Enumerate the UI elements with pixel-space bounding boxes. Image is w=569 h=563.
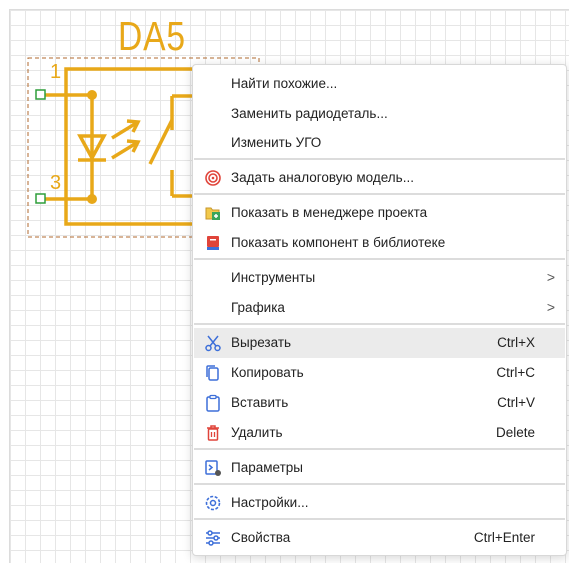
shortcut-delete: Delete bbox=[495, 425, 535, 440]
component-reference: DA5 bbox=[118, 13, 186, 59]
menu-separator bbox=[194, 323, 565, 325]
menu-item-settings[interactable]: Настройки... bbox=[194, 488, 565, 518]
menu-separator bbox=[194, 258, 565, 260]
copy-icon bbox=[203, 363, 223, 383]
shortcut-paste: Ctrl+V bbox=[497, 395, 535, 410]
menu-item-graphics[interactable]: Графика > bbox=[194, 293, 565, 323]
gear-icon bbox=[203, 493, 223, 513]
menu-item-delete[interactable]: Удалить Delete bbox=[194, 418, 565, 448]
shortcut-cut: Ctrl+X bbox=[497, 335, 535, 350]
menu-item-parameters[interactable]: Параметры bbox=[194, 453, 565, 483]
shortcut-properties: Ctrl+Enter bbox=[473, 530, 535, 545]
menu-separator bbox=[194, 518, 565, 520]
parameters-icon bbox=[203, 458, 223, 478]
pin-1-number: 1 bbox=[50, 61, 62, 83]
menu-item-tools[interactable]: Инструменты > bbox=[194, 263, 565, 293]
menu-separator bbox=[194, 158, 565, 160]
context-menu: Найти похожие... Заменить радиодеталь...… bbox=[192, 64, 567, 556]
menu-item-replace-part[interactable]: Заменить радиодеталь... bbox=[194, 99, 565, 129]
library-icon bbox=[203, 233, 223, 253]
chevron-right-icon: > bbox=[546, 269, 555, 285]
menu-item-paste[interactable]: Вставить Ctrl+V bbox=[194, 388, 565, 418]
menu-separator bbox=[194, 483, 565, 485]
pin-1-marker bbox=[35, 89, 46, 100]
shortcut-copy: Ctrl+C bbox=[496, 365, 535, 380]
scissors-icon bbox=[203, 333, 223, 353]
sliders-icon bbox=[203, 528, 223, 548]
pin-3-marker bbox=[35, 193, 46, 204]
menu-item-show-in-library[interactable]: Показать компонент в библиотеке bbox=[194, 228, 565, 258]
menu-item-analog-model[interactable]: Задать аналоговую модель... bbox=[194, 163, 565, 193]
menu-item-change-symbol[interactable]: Изменить УГО bbox=[194, 128, 565, 158]
menu-item-copy[interactable]: Копировать Ctrl+C bbox=[194, 358, 565, 388]
menu-separator bbox=[194, 193, 565, 195]
pin-3-number: 3 bbox=[50, 172, 62, 194]
menu-separator bbox=[194, 448, 565, 450]
analog-model-icon bbox=[203, 168, 223, 188]
clipboard-icon bbox=[203, 393, 223, 413]
menu-item-cut[interactable]: Вырезать Ctrl+X bbox=[194, 328, 565, 358]
trash-icon bbox=[203, 423, 223, 443]
project-manager-icon bbox=[203, 203, 223, 223]
menu-item-find-similar[interactable]: Найти похожие... bbox=[194, 69, 565, 99]
menu-item-show-in-project-manager[interactable]: Показать в менеджере проекта bbox=[194, 198, 565, 228]
menu-item-properties[interactable]: Свойства Ctrl+Enter bbox=[194, 523, 565, 553]
chevron-right-icon: > bbox=[546, 299, 555, 315]
